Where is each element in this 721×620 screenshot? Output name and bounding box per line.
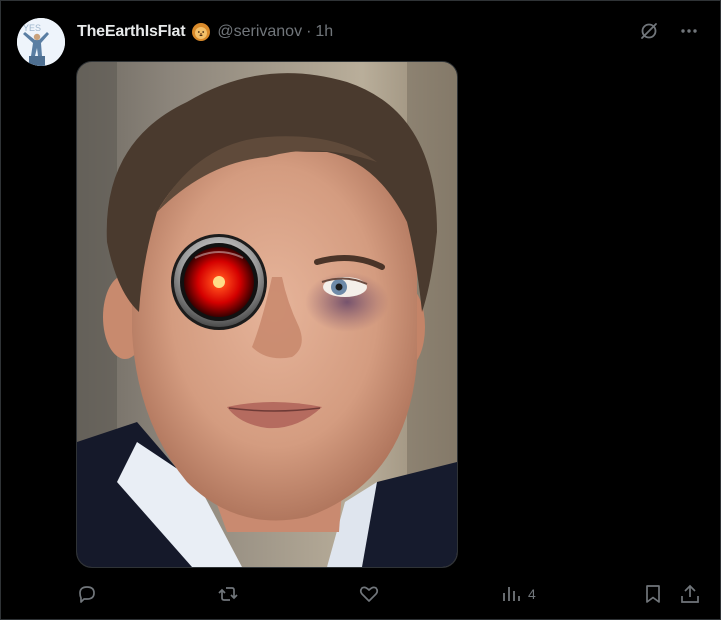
bookmark-icon: [642, 583, 664, 605]
photo: [77, 62, 457, 567]
reply-icon: [76, 583, 98, 605]
post-header: TheEarthIsFlat @serivanov · 1h: [77, 20, 333, 44]
separator-dot: ·: [306, 23, 312, 40]
lion-emoji-icon: [191, 22, 211, 42]
share-button[interactable]: [679, 581, 701, 607]
reply-button[interactable]: [76, 581, 98, 607]
like-button[interactable]: [358, 581, 380, 607]
views-count: 4: [528, 586, 536, 602]
views-button[interactable]: 4: [500, 581, 536, 607]
more-icon[interactable]: [678, 20, 700, 42]
action-bar: 4: [76, 581, 706, 607]
top-actions: [638, 20, 700, 42]
handle[interactable]: @serivanov: [217, 23, 302, 41]
like-icon: [358, 583, 380, 605]
display-name[interactable]: TheEarthIsFlat: [77, 23, 186, 41]
timestamp[interactable]: 1h: [315, 23, 333, 41]
repost-button[interactable]: [217, 581, 239, 607]
post-media-image[interactable]: [76, 61, 458, 568]
repost-icon: [217, 583, 239, 605]
post-container: YES TheEarthIsFlat @serivanov · 1h 4: [0, 0, 721, 620]
bookmark-button[interactable]: [642, 581, 664, 607]
avatar-text: YES: [23, 23, 41, 33]
views-icon: [500, 583, 522, 605]
share-icon: [679, 583, 701, 605]
avatar[interactable]: YES: [17, 18, 65, 66]
grok-icon[interactable]: [638, 20, 660, 42]
avatar-image: YES: [17, 18, 65, 66]
